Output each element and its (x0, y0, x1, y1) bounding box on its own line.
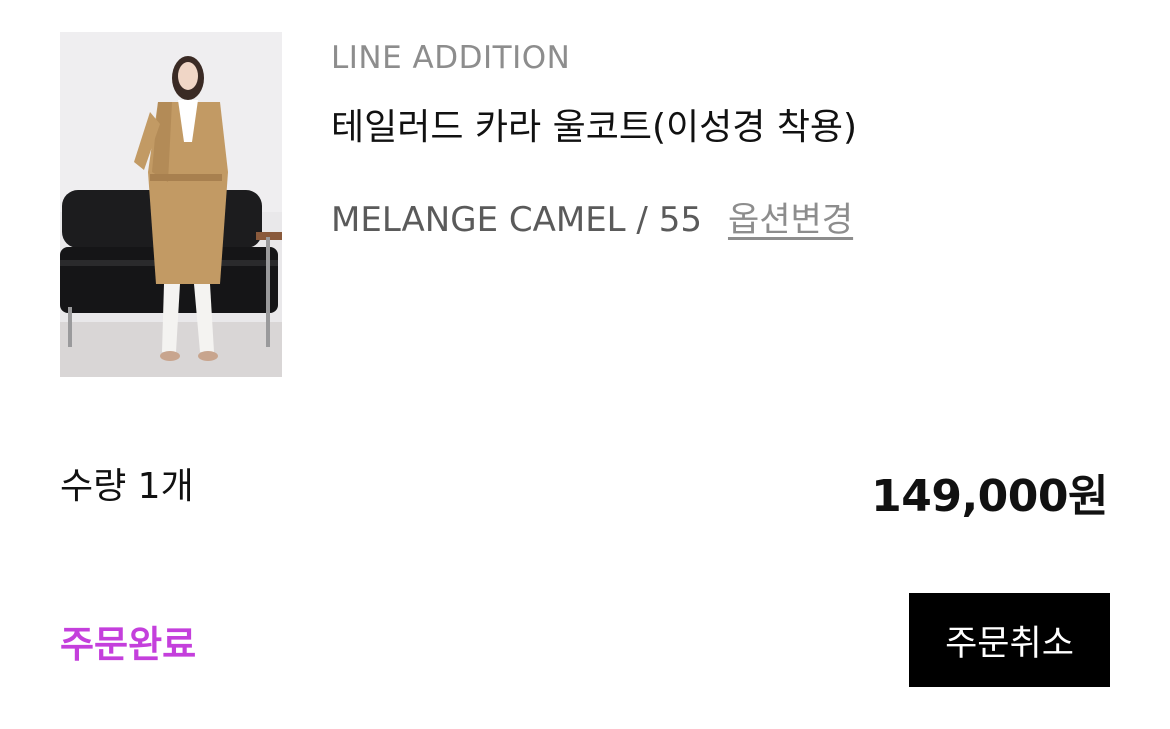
quantity-text: 수량 1개 (60, 466, 194, 507)
option-row: MELANGE CAMEL / 55 옵션변경 (331, 192, 853, 241)
product-image[interactable] (60, 32, 282, 377)
option-change-link[interactable]: 옵션변경 (728, 200, 853, 240)
product-title[interactable]: 테일러드 카라 울코트(이성경 착용) (331, 98, 857, 150)
order-status-label: 주문완료 (60, 623, 197, 666)
order-item-card: LINE ADDITION 테일러드 카라 울코트(이성경 착용) MELANG… (0, 0, 1170, 729)
price-text: 149,000원 (871, 471, 1108, 522)
cancel-order-button[interactable]: 주문취소 (909, 593, 1110, 687)
option-value: MELANGE CAMEL / 55 (331, 200, 702, 240)
brand-name: LINE ADDITION (331, 40, 571, 76)
